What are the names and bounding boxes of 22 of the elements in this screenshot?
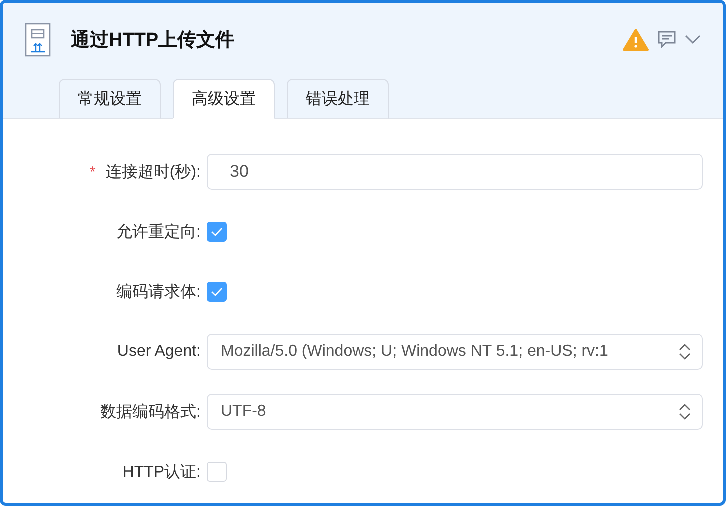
window-title: 通过HTTP上传文件 (71, 28, 236, 53)
field-label: HTTP认证: (122, 462, 201, 482)
field-label: User Agent: (117, 343, 201, 361)
input-field[interactable]: 30 (207, 154, 703, 190)
warning-icon[interactable] (623, 29, 649, 51)
checkbox[interactable] (207, 222, 227, 242)
required-mark: * (90, 164, 96, 180)
field-label: 连接超时(秒): (106, 162, 201, 182)
field-label: 允许重定向: (116, 222, 201, 242)
chevron-down-icon[interactable] (685, 35, 701, 45)
select-field[interactable]: UTF-8 (207, 394, 703, 430)
upload-document-icon (25, 23, 51, 57)
tab[interactable]: 高级设置 (173, 79, 275, 119)
tab[interactable]: 错误处理 (287, 79, 389, 119)
tab[interactable]: 常规设置 (59, 79, 161, 119)
field-label: 数据编码格式: (100, 402, 201, 422)
check-icon (211, 227, 223, 237)
select-field[interactable]: Mozilla/5.0 (Windows; U; Windows NT 5.1; en-US; rv:1 (207, 334, 703, 370)
checkbox[interactable] (207, 282, 227, 302)
check-icon (211, 287, 223, 297)
comment-icon[interactable] (657, 30, 677, 50)
field-label: 编码请求体: (116, 282, 201, 302)
